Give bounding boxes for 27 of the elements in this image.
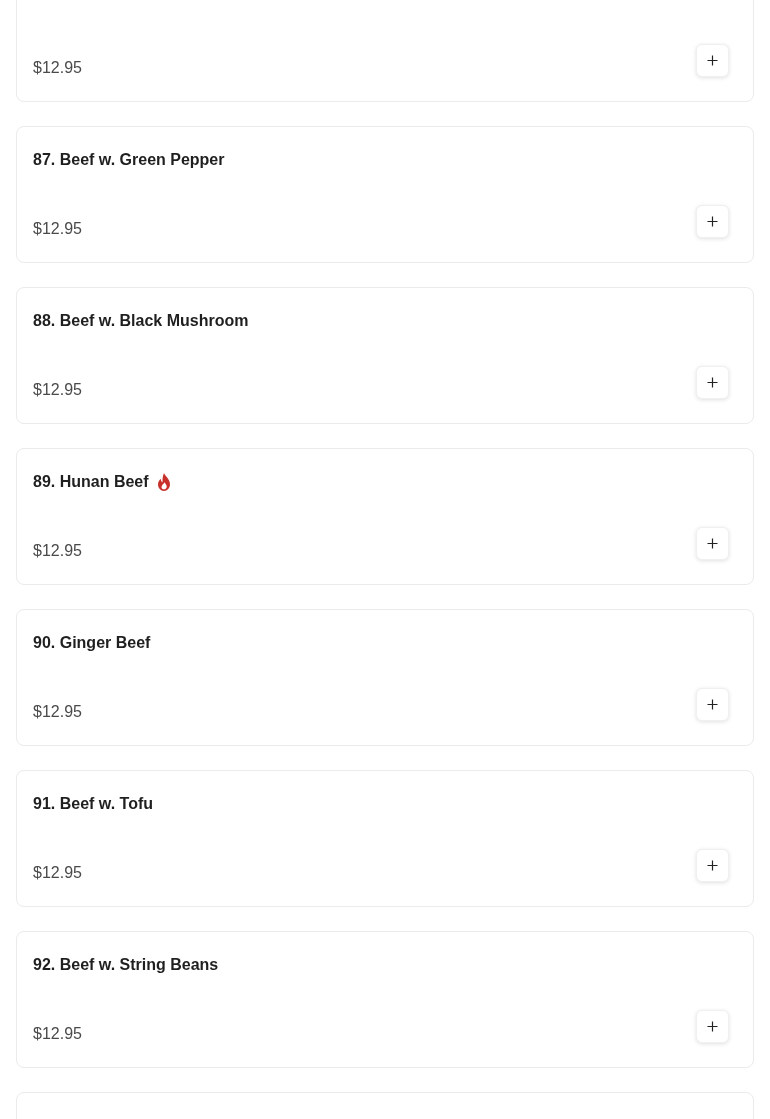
item-price: $12.95 bbox=[33, 702, 82, 722]
item-name: 89. Hunan Beef bbox=[33, 472, 149, 492]
plus-icon bbox=[707, 216, 718, 227]
item-price: $12.95 bbox=[33, 1024, 82, 1044]
item-name: 87. Beef w. Green Pepper bbox=[33, 150, 225, 170]
plus-icon bbox=[707, 860, 718, 871]
add-button[interactable] bbox=[696, 1010, 729, 1043]
add-button[interactable] bbox=[696, 849, 729, 882]
item-name: 88. Beef w. Black Mushroom bbox=[33, 311, 249, 331]
item-price: $12.95 bbox=[33, 58, 82, 78]
item-price: $12.95 bbox=[33, 219, 82, 239]
item-price: $12.95 bbox=[33, 863, 82, 883]
plus-icon bbox=[707, 55, 718, 66]
plus-icon bbox=[707, 699, 718, 710]
plus-icon bbox=[707, 538, 718, 549]
add-button[interactable] bbox=[696, 366, 729, 399]
item-price: $12.95 bbox=[33, 541, 82, 561]
item-name: 90. Ginger Beef bbox=[33, 633, 151, 653]
add-button[interactable] bbox=[696, 688, 729, 721]
item-name: 91. Beef w. Tofu bbox=[33, 794, 153, 814]
item-price: $12.95 bbox=[33, 380, 82, 400]
plus-icon bbox=[707, 1021, 718, 1032]
add-button[interactable] bbox=[696, 44, 729, 77]
add-button[interactable] bbox=[696, 205, 729, 238]
add-button[interactable] bbox=[696, 527, 729, 560]
item-name: 92. Beef w. String Beans bbox=[33, 955, 219, 975]
plus-icon bbox=[707, 377, 718, 388]
